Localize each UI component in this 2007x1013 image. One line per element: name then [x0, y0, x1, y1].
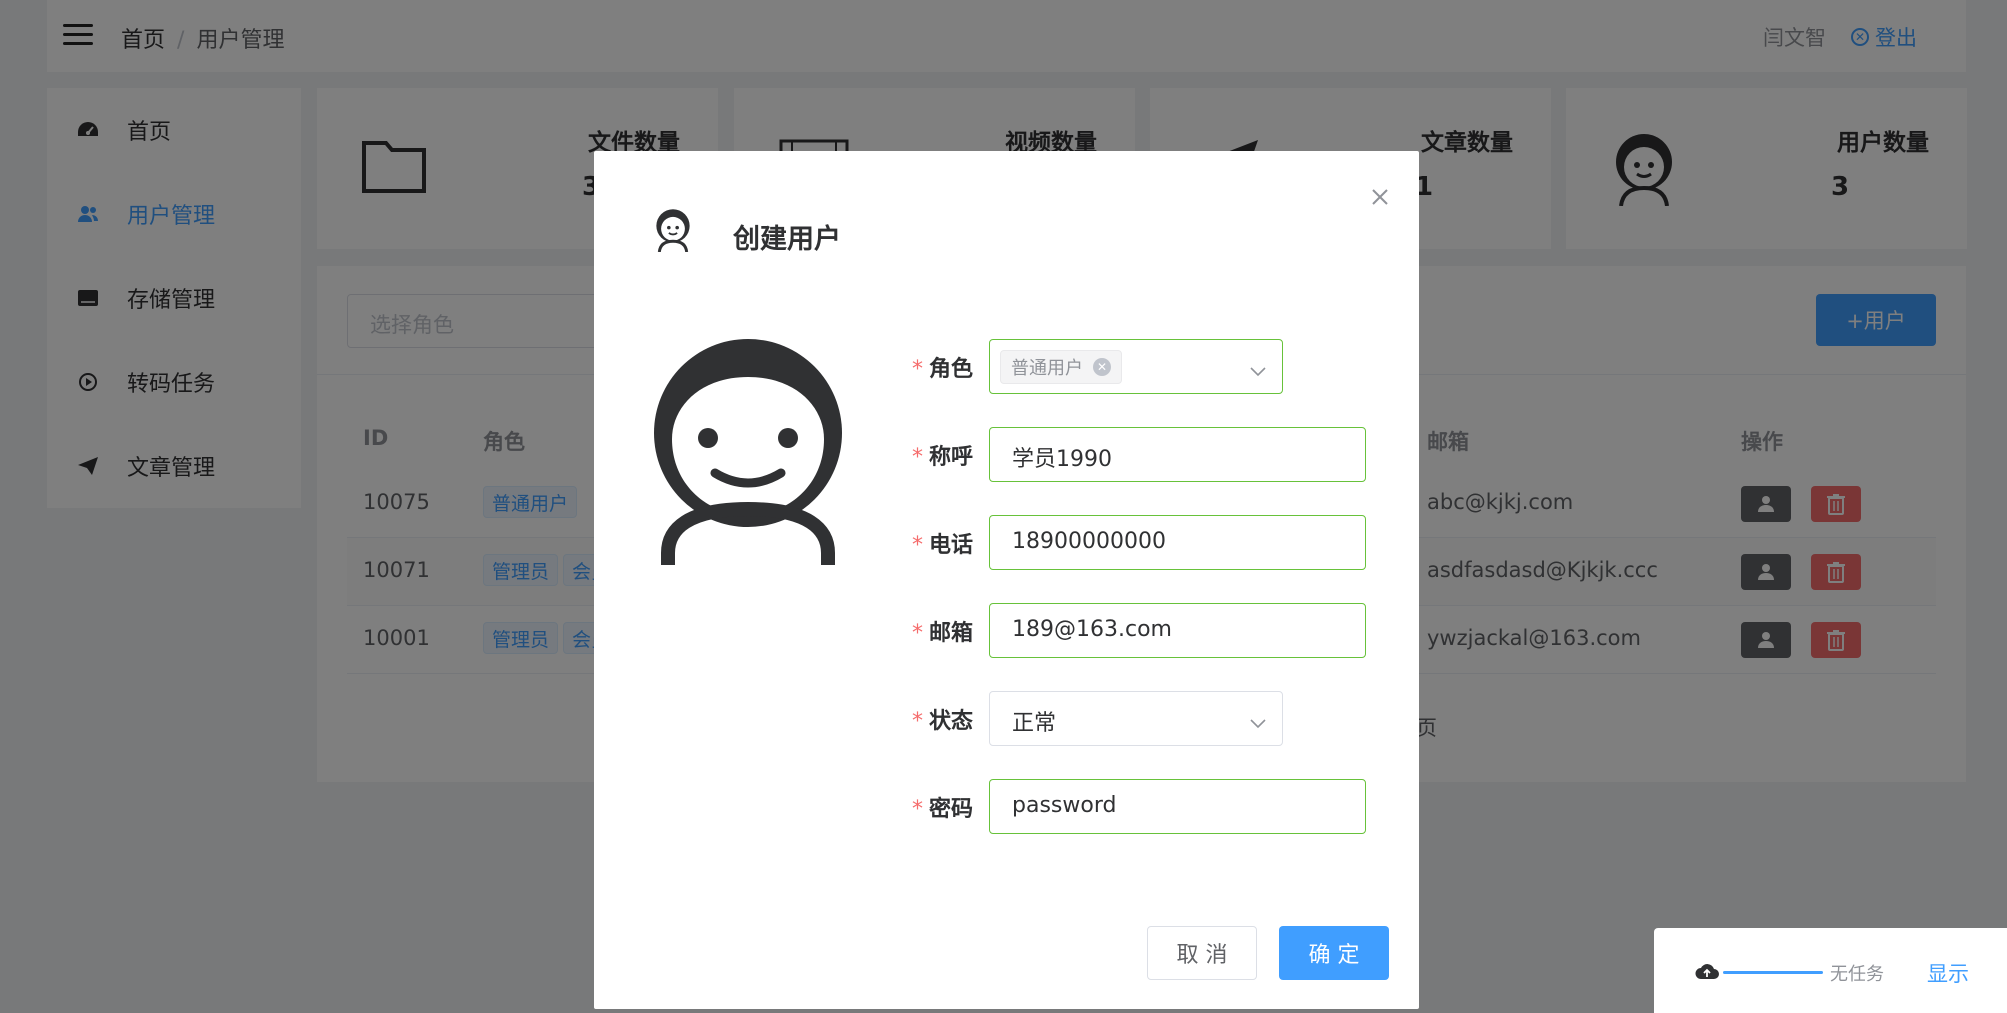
- email-input[interactable]: 189@163.com: [989, 603, 1366, 658]
- chevron-down-icon: [1250, 358, 1266, 383]
- nickname-label: * 称呼: [912, 445, 974, 470]
- confirm-button[interactable]: 确 定: [1279, 926, 1389, 980]
- status-select[interactable]: 正常: [989, 691, 1283, 746]
- cloud-upload-icon: [1694, 960, 1720, 986]
- upload-task-panel: 无任务 显示: [1654, 928, 2007, 1013]
- password-input[interactable]: password: [989, 779, 1366, 834]
- remove-chip-icon[interactable]: ✕: [1093, 358, 1111, 376]
- status-value: 正常: [1012, 711, 1057, 736]
- role-select[interactable]: 普通用户 ✕: [989, 339, 1283, 394]
- cancel-button[interactable]: 取 消: [1147, 926, 1257, 980]
- role-label: * 角色: [912, 357, 974, 382]
- user-face-icon: [654, 208, 692, 256]
- status-label: * 状态: [912, 709, 974, 734]
- task-status-text: 无任务: [1830, 964, 1884, 985]
- role-chip-label: 普通用户: [1011, 358, 1083, 379]
- password-label: * 密码: [912, 797, 974, 822]
- task-progress-bar: [1723, 971, 1823, 974]
- close-icon[interactable]: [1366, 183, 1394, 211]
- chevron-down-icon: [1250, 710, 1266, 735]
- dialog-title: 创建用户: [733, 224, 841, 255]
- role-chip: 普通用户 ✕: [1000, 350, 1122, 384]
- phone-label: * 电话: [912, 533, 974, 558]
- phone-input[interactable]: 18900000000: [989, 515, 1366, 570]
- email-label: * 邮箱: [912, 621, 974, 646]
- avatar: [651, 339, 845, 569]
- nickname-input[interactable]: 学员1990: [989, 427, 1366, 482]
- show-tasks-link[interactable]: 显示: [1927, 958, 1969, 988]
- create-user-dialog: 创建用户 * 角色 普通用户 ✕ * 称呼 学员1990 * 电话 189000000…: [594, 151, 1419, 1009]
